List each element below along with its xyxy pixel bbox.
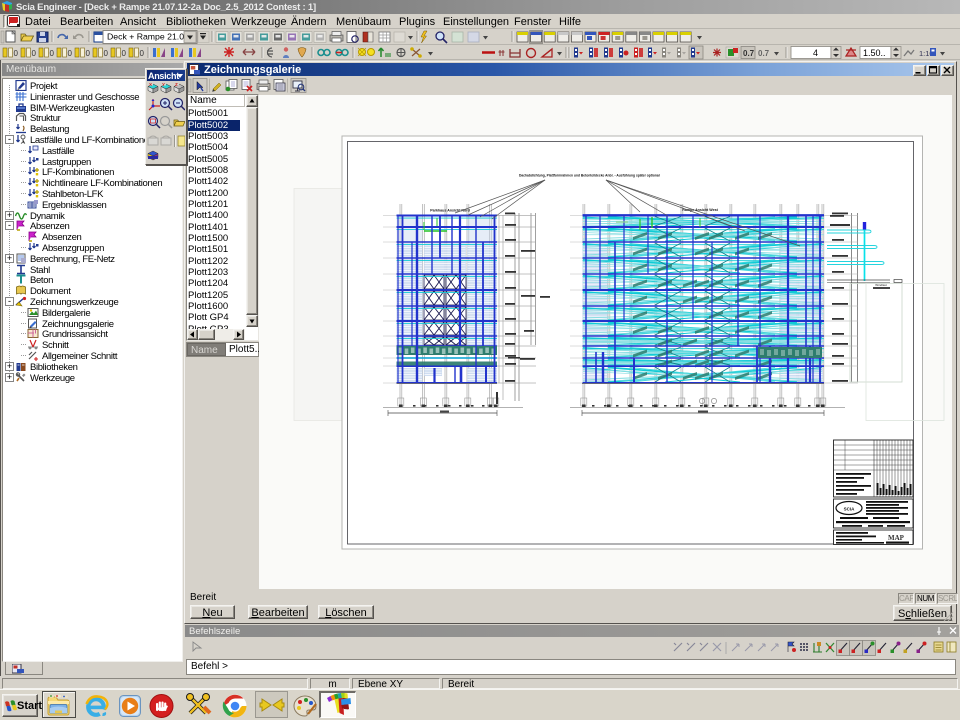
svg-text:Y: Y (162, 82, 165, 87)
svg-text:0: 0 (86, 49, 91, 58)
svg-text:Z: Z (175, 82, 178, 87)
svg-text:0: 0 (32, 49, 37, 58)
svg-text:X: X (149, 82, 152, 87)
svg-text:SCIA: SCIA (844, 507, 856, 512)
svg-text:0: 0 (68, 49, 73, 58)
svg-text:0: 0 (122, 49, 127, 58)
svg-text:Dachabdichtung, Plattformrahme: Dachabdichtung, Plattformrahmen und Beto… (519, 174, 660, 178)
svg-text:Windlast: Windlast (875, 283, 887, 287)
svg-text:0.7: 0.7 (743, 49, 755, 58)
svg-text:0: 0 (50, 49, 55, 58)
svg-text:0: 0 (104, 49, 109, 58)
svg-text:Deck + Rampe 21.07: Deck + Rampe 21.07 (107, 32, 189, 42)
svg-text:MAP: MAP (888, 534, 905, 542)
svg-text:0: 0 (14, 49, 19, 58)
svg-text:0: 0 (140, 49, 145, 58)
svg-text:4: 4 (813, 48, 818, 58)
svg-text:0.7: 0.7 (758, 49, 770, 58)
svg-text:1.50..: 1.50.. (863, 48, 886, 58)
svg-text:Parkhaus Ansicht Nord: Parkhaus Ansicht Nord (430, 209, 470, 213)
